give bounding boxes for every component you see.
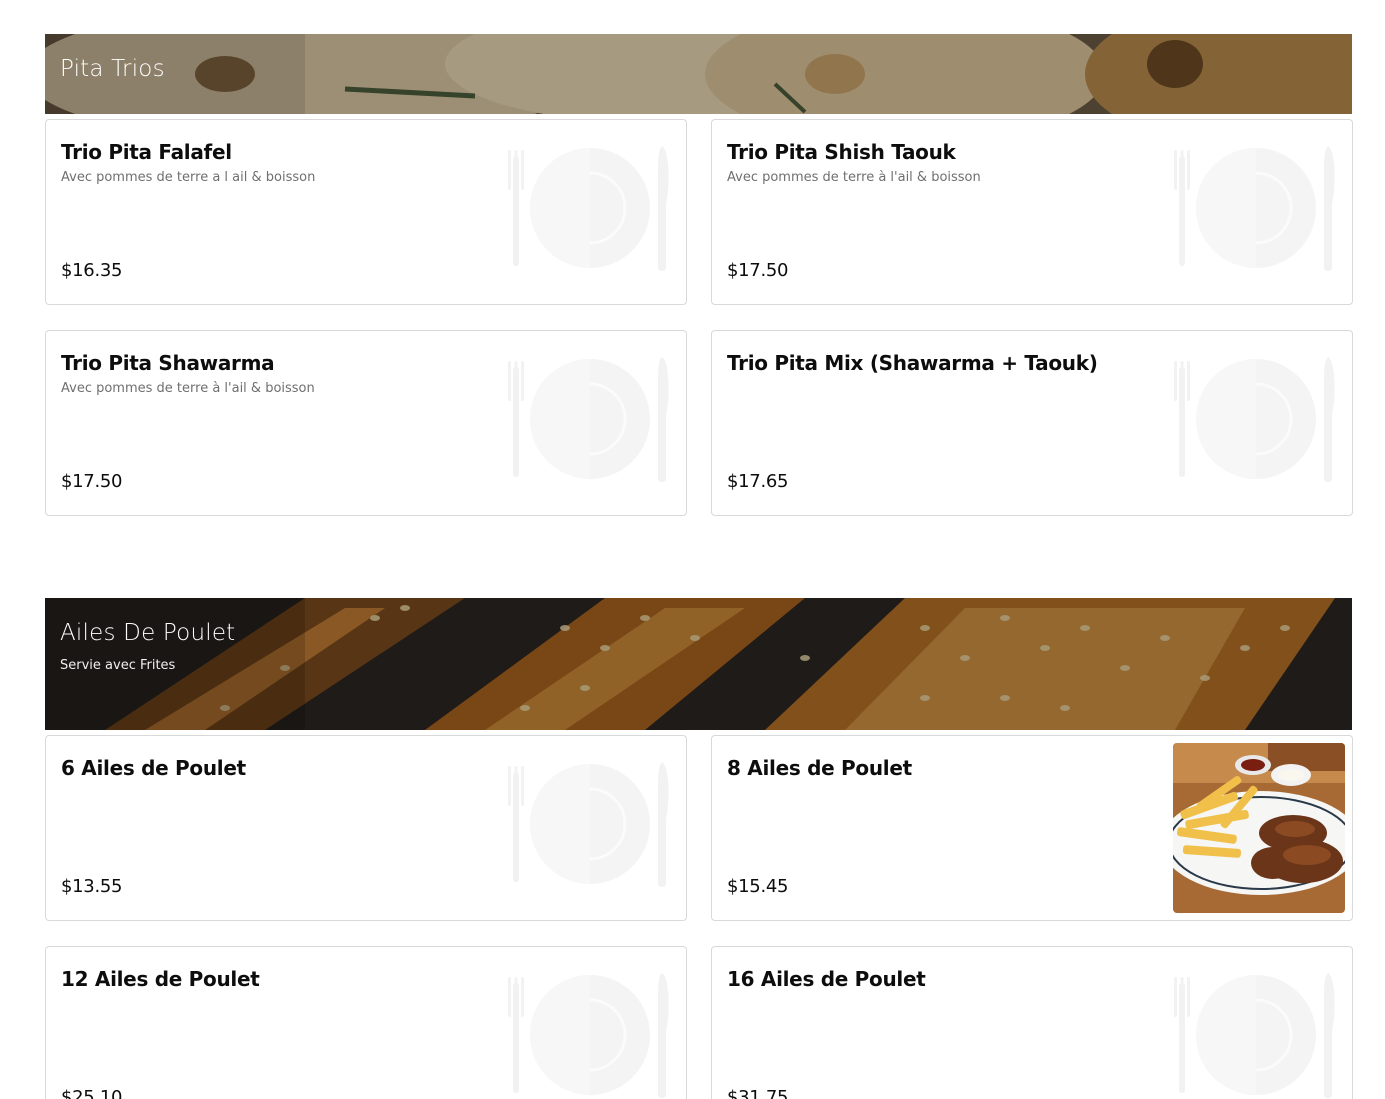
menu-item-card[interactable]: Trio Pita Shawarma Avec pommes de terre …: [45, 330, 687, 516]
menu-item-name: Trio Pita Mix (Shawarma + Taouk): [727, 351, 1098, 375]
menu-item-name: 8 Ailes de Poulet: [727, 756, 912, 780]
menu-item-price: $17.50: [61, 471, 123, 492]
plate-fork-knife-icon: [508, 357, 674, 497]
section-ailes-de-poulet: Ailes De Poulet Servie avec Frites: [45, 598, 1352, 730]
menu-item-price: $31.75: [727, 1087, 789, 1099]
plate-fork-knife-icon: [1174, 357, 1340, 497]
menu-item-description: Avec pommes de terre à l'ail & boisson: [727, 170, 981, 185]
menu-item-name: 16 Ailes de Poulet: [727, 967, 926, 991]
menu-item-card[interactable]: 16 Ailes de Poulet $31.75: [711, 946, 1353, 1099]
menu-item-name: Trio Pita Shawarma: [61, 351, 275, 375]
plate-fork-knife-icon: [508, 146, 674, 286]
plate-fork-knife-icon: [1174, 146, 1340, 286]
pita-bread-banner-image: [45, 34, 1352, 114]
menu-item-price: $25.10: [61, 1087, 123, 1099]
menu-item-name: 12 Ailes de Poulet: [61, 967, 260, 991]
sesame-bread-banner-image: [45, 598, 1352, 730]
menu-item-price: $13.55: [61, 876, 123, 897]
menu-item-name: 6 Ailes de Poulet: [61, 756, 246, 780]
plate-fork-knife-icon: [1174, 973, 1340, 1099]
section-pita-trios: Pita Trios: [45, 34, 1352, 114]
chicken-wings-fries-photo: [1173, 743, 1345, 913]
menu-item-price: $15.45: [727, 876, 789, 897]
section-title: Ailes De Poulet: [60, 620, 236, 646]
menu-item-price: $16.35: [61, 260, 123, 281]
plate-fork-knife-icon: [508, 973, 674, 1099]
section-banner: Ailes De Poulet Servie avec Frites: [45, 598, 1352, 730]
menu-item-name: Trio Pita Falafel: [61, 140, 232, 164]
menu-item-price: $17.50: [727, 260, 789, 281]
menu-item-name: Trio Pita Shish Taouk: [727, 140, 956, 164]
plate-fork-knife-icon: [508, 762, 674, 902]
menu-item-card[interactable]: Trio Pita Shish Taouk Avec pommes de ter…: [711, 119, 1353, 305]
menu-item-card[interactable]: Trio Pita Mix (Shawarma + Taouk) $17.65: [711, 330, 1353, 516]
menu-item-description: Avec pommes de terre a l ail & boisson: [61, 170, 316, 185]
menu-item-card[interactable]: 6 Ailes de Poulet $13.55: [45, 735, 687, 921]
menu-item-description: Avec pommes de terre à l'ail & boisson: [61, 381, 315, 396]
menu-item-price: $17.65: [727, 471, 789, 492]
menu-item-card[interactable]: 12 Ailes de Poulet $25.10: [45, 946, 687, 1099]
section-subtitle: Servie avec Frites: [60, 658, 176, 673]
menu-item-card[interactable]: 8 Ailes de Poulet $15.45: [711, 735, 1353, 921]
section-banner: Pita Trios: [45, 34, 1352, 114]
menu-item-card[interactable]: Trio Pita Falafel Avec pommes de terre a…: [45, 119, 687, 305]
section-title: Pita Trios: [60, 56, 165, 82]
